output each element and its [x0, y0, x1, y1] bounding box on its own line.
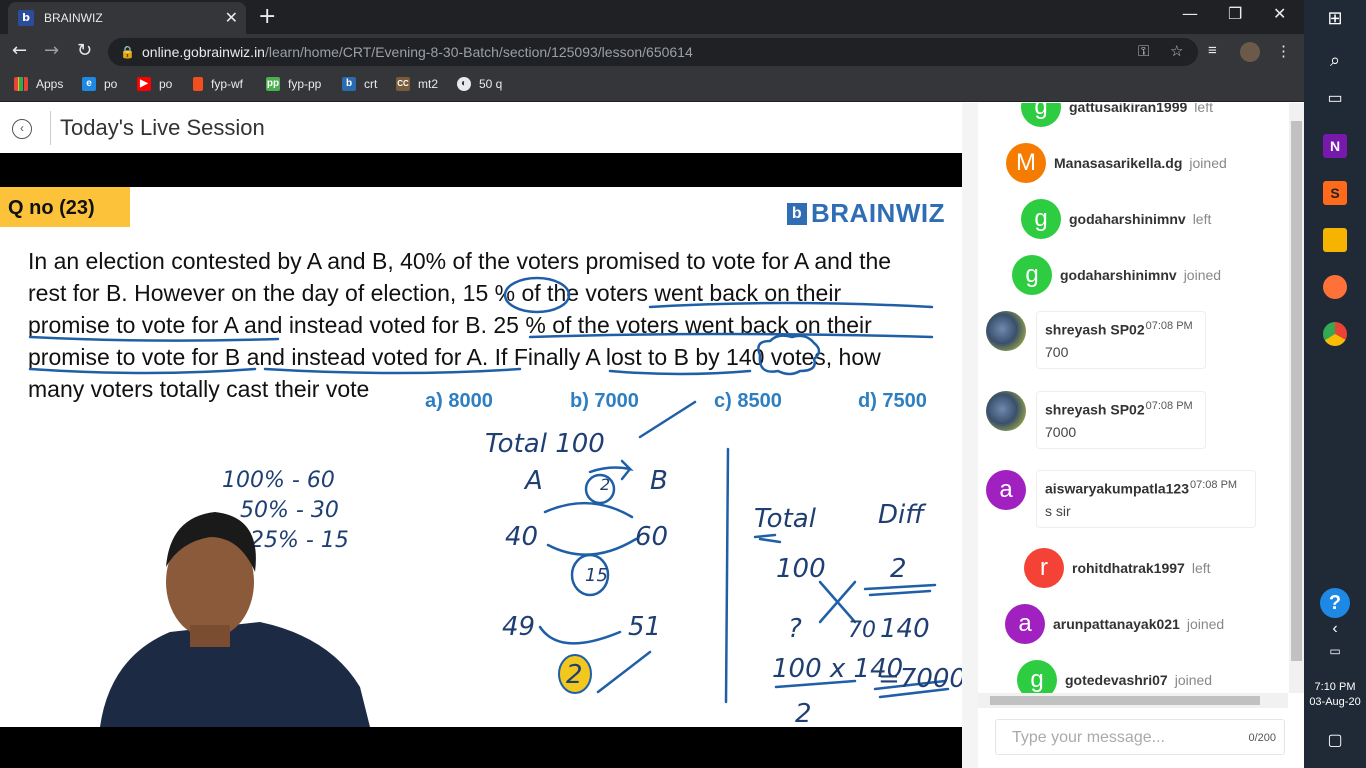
bookmark-mt2[interactable]: CC mt2: [396, 77, 438, 91]
lecture-slide: Q no (23) b BRAINWIZ In an election conte…: [0, 187, 962, 727]
edge-icon: e: [82, 77, 96, 91]
brainwiz-favicon-icon: b: [18, 10, 34, 26]
back-circle-icon[interactable]: ‹: [12, 119, 32, 139]
bookmarks-bar: Apps e po ▶ po fyp-wf pp fyp-pp b crt CC mt2 …: [0, 70, 1304, 102]
browser-toolbar: ← → ↻ 🔒 online.gobrainwiz.in/learn/home/…: [0, 34, 1304, 70]
message-bubble: shreyash SP0207:08 PM 7000: [1036, 391, 1206, 449]
scroll-thumb[interactable]: [990, 696, 1260, 705]
search-icon[interactable]: ⌕: [1323, 50, 1347, 74]
chat-event: g gotedevashri07 joined: [1017, 660, 1212, 693]
video-player[interactable]: Q no (23) b BRAINWIZ In an election conte…: [0, 153, 962, 768]
kebab-menu-icon[interactable]: ⋮: [1276, 42, 1291, 60]
bookmark-apps[interactable]: Apps: [14, 77, 63, 91]
firefox-icon[interactable]: [1323, 275, 1347, 299]
reload-icon[interactable]: ↻: [77, 40, 92, 61]
header-divider: [50, 111, 51, 145]
minimize-icon[interactable]: —: [1182, 4, 1198, 23]
brainwiz-icon: b: [342, 77, 356, 91]
lock-icon: 🔒: [120, 45, 135, 59]
windows-start-icon[interactable]: ⊞: [1323, 8, 1347, 32]
browser-tab[interactable]: b BRAINWIZ ✕: [8, 2, 246, 34]
chat-horizontal-scrollbar[interactable]: [978, 693, 1288, 708]
avatar: a: [1005, 604, 1045, 644]
close-tab-icon[interactable]: ✕: [225, 8, 238, 28]
chevron-left-icon[interactable]: ‹: [1323, 620, 1347, 644]
avatar: r: [1024, 548, 1064, 588]
battery-icon: ▭: [1329, 644, 1341, 658]
help-icon[interactable]: ?: [1320, 588, 1350, 618]
figma-icon: [193, 77, 203, 91]
presenter-video: [100, 512, 370, 727]
forward-arrow-icon[interactable]: →: [44, 40, 59, 61]
message-bubble: shreyash SP0207:08 PM 700: [1036, 311, 1206, 369]
avatar: a: [986, 470, 1026, 510]
url-domain: online.gobrainwiz.in: [142, 44, 265, 60]
chat-sidebar: g gattusaikiran1999 left M Manasasarikell…: [962, 103, 1304, 768]
bookmark-fyp-pp[interactable]: pp fyp-pp: [266, 77, 321, 91]
notification-icon[interactable]: ▢: [1323, 730, 1347, 754]
tab-title: BRAINWIZ: [44, 11, 103, 25]
message-bubble: aiswaryakumpatla12307:08 PM s sir: [1036, 470, 1256, 528]
chat-message-input[interactable]: Type your message... 0/200: [995, 719, 1285, 755]
media-queue-icon[interactable]: ≡: [1208, 42, 1217, 59]
cc-icon: CC: [396, 77, 410, 91]
chat-event: g godaharshinimnv joined: [1012, 255, 1221, 295]
chat-message: shreyash SP0207:08 PM 700: [986, 311, 1206, 369]
pp-icon: pp: [266, 77, 280, 91]
char-counter: 0/200: [1248, 732, 1276, 744]
scroll-thumb[interactable]: [1291, 121, 1302, 661]
task-view-icon[interactable]: ▭: [1323, 88, 1347, 112]
chat-event: g godaharshinimnv left: [1021, 199, 1211, 239]
back-arrow-icon[interactable]: ←: [12, 40, 27, 61]
bookmark-50q[interactable]: ◐ 50 q: [457, 77, 502, 91]
bookmark-po-edge[interactable]: e po: [82, 77, 117, 91]
restore-icon[interactable]: ❐: [1228, 4, 1242, 23]
chrome-icon[interactable]: [1323, 322, 1347, 346]
profile-avatar[interactable]: [1240, 42, 1260, 62]
page-title: Today's Live Session: [60, 115, 265, 140]
chat-message: shreyash SP0207:08 PM 7000: [986, 391, 1206, 449]
chat-event: r rohitdhatrak1997 left: [1024, 548, 1211, 588]
avatar: M: [1006, 143, 1046, 183]
url-path: /learn/home/CRT/Evening-8-30-Batch/secti…: [264, 44, 693, 60]
chat-event: g gattusaikiran1999 left: [1021, 103, 1213, 127]
chat-list[interactable]: g gattusaikiran1999 left M Manasasarikell…: [978, 103, 1286, 693]
close-window-icon[interactable]: ✕: [1273, 4, 1286, 23]
new-tab-icon[interactable]: +: [258, 4, 276, 29]
avatar: g: [1017, 660, 1057, 693]
onenote-icon[interactable]: N: [1323, 134, 1347, 158]
address-bar[interactable]: 🔒 online.gobrainwiz.in/learn/home/CRT/Ev…: [108, 38, 1198, 66]
avatar: g: [1012, 255, 1052, 295]
globe-icon: ◐: [457, 77, 471, 91]
bookmark-crt[interactable]: b crt: [342, 77, 377, 91]
key-icon[interactable]: ⚿: [1138, 38, 1149, 66]
windows-taskbar: ⊞ ⌕ ▭ N S ? ‹ ▭ 7:10 PM 03-Aug-20 ▢: [1304, 0, 1366, 768]
chat-message: a aiswaryakumpatla12307:08 PM s sir: [986, 470, 1256, 528]
bookmark-po-youtube[interactable]: ▶ po: [137, 77, 172, 91]
chat-event: a arunpattanayak021 joined: [1005, 604, 1224, 644]
bookmark-fyp-wf[interactable]: fyp-wf: [193, 77, 243, 91]
sublime-icon[interactable]: S: [1323, 181, 1347, 205]
apps-grid-icon: [14, 77, 28, 91]
avatar: g: [1021, 103, 1061, 127]
user-photo: [986, 311, 1026, 351]
system-clock[interactable]: 7:10 PM 03-Aug-20: [1304, 680, 1366, 710]
chat-event: M Manasasarikella.dg joined: [1006, 143, 1227, 183]
page-scrollbar[interactable]: [962, 103, 978, 768]
user-photo: [986, 391, 1026, 431]
bookmark-star-icon[interactable]: ☆: [1170, 38, 1183, 66]
browser-window: b BRAINWIZ ✕ + — ❐ ✕ ← → ↻ 🔒 online.gobr…: [0, 0, 1304, 768]
avatar: g: [1021, 199, 1061, 239]
chat-vertical-scrollbar[interactable]: [1289, 103, 1304, 693]
session-header: ‹ Today's Live Session: [0, 103, 962, 153]
youtube-icon: ▶: [137, 77, 151, 91]
file-explorer-icon[interactable]: [1323, 228, 1347, 252]
tab-bar: b BRAINWIZ ✕ + — ❐ ✕: [0, 0, 1304, 34]
